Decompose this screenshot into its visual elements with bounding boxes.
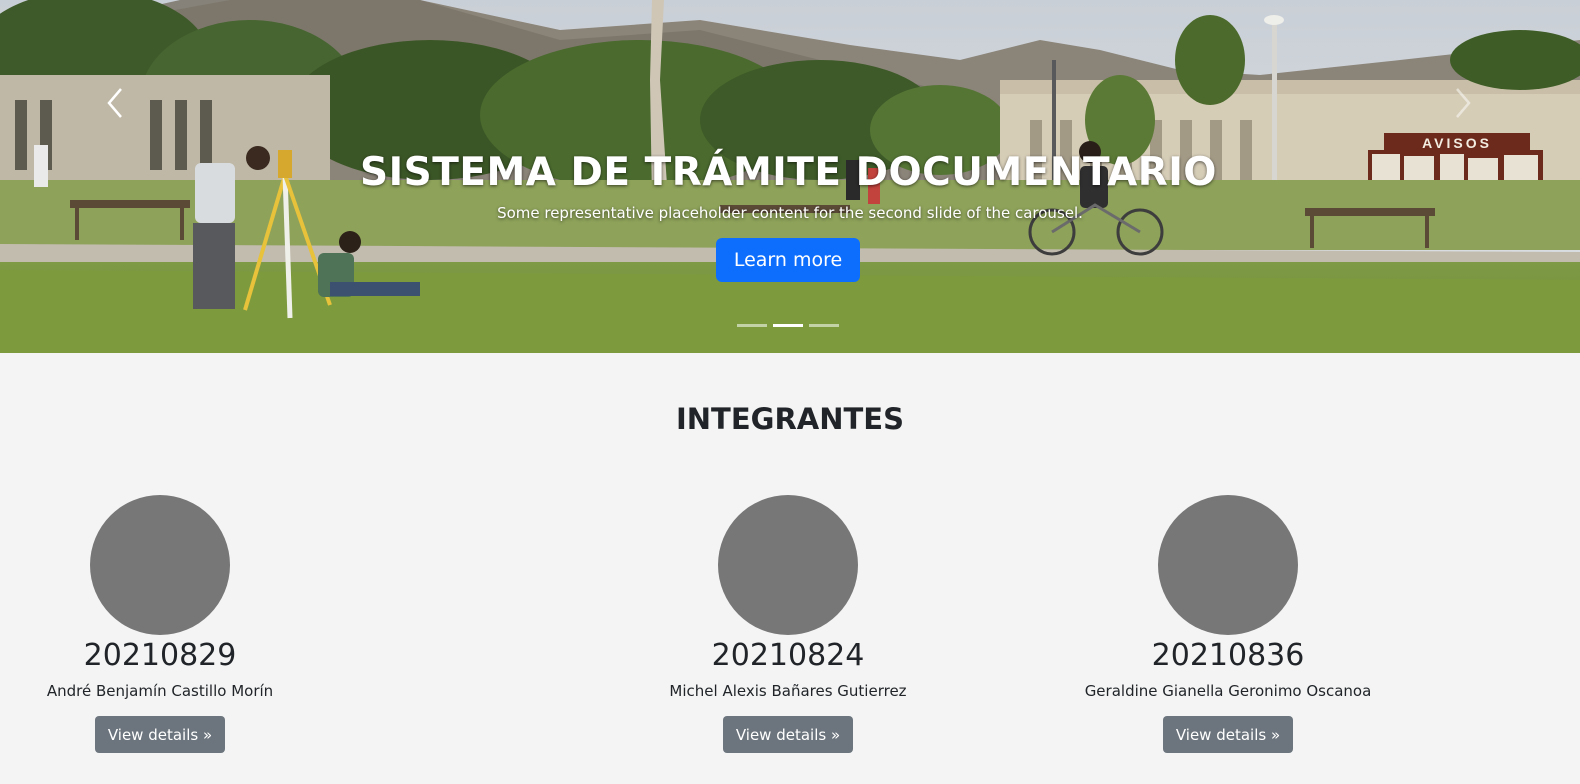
avatar [90,495,230,635]
member-name: André Benjamín Castillo Morín [46,682,274,700]
carousel-title: SISTEMA DE TRÁMITE DOCUMENTARIO [360,150,1217,195]
member-name: Geraldine Gianella Geronimo Oscanoa [1084,682,1372,700]
member-card: 20210836 Geraldine Gianella Geronimo Osc… [1068,495,1388,753]
member-card: 20210824 Michel Alexis Bañares Gutierrez… [628,495,948,753]
view-details-button[interactable]: View details » [1162,716,1294,753]
member-card: 20210829 André Benjamín Castillo Morín V… [0,495,320,753]
chevron-left-icon[interactable] [101,86,131,120]
hero-carousel: AVISOS SISTEMA DE TRÁMITE DOCUMENTARIO S… [0,0,1580,353]
carousel-caption: SISTEMA DE TRÁMITE DOCUMENTARIO Some rep… [0,150,1580,282]
section-title: INTEGRANTES [676,402,904,436]
carousel-indicator-3[interactable] [809,324,839,327]
carousel-indicator-2[interactable] [773,324,803,327]
chevron-right-icon[interactable] [1447,86,1477,120]
learn-more-button[interactable]: Learn more [715,237,861,282]
avatar [1158,495,1298,635]
carousel-subtitle: Some representative placeholder content … [497,203,1083,222]
member-code: 20210829 [83,638,237,673]
avatar [718,495,858,635]
carousel-indicator-1[interactable] [737,324,767,327]
view-details-button[interactable]: View details » [94,716,226,753]
member-code: 20210836 [1151,638,1305,673]
avisos-sign: AVISOS [1422,135,1492,151]
member-code: 20210824 [711,638,865,673]
member-name: Michel Alexis Bañares Gutierrez [669,682,907,700]
view-details-button[interactable]: View details » [722,716,854,753]
carousel-indicators [737,324,839,327]
